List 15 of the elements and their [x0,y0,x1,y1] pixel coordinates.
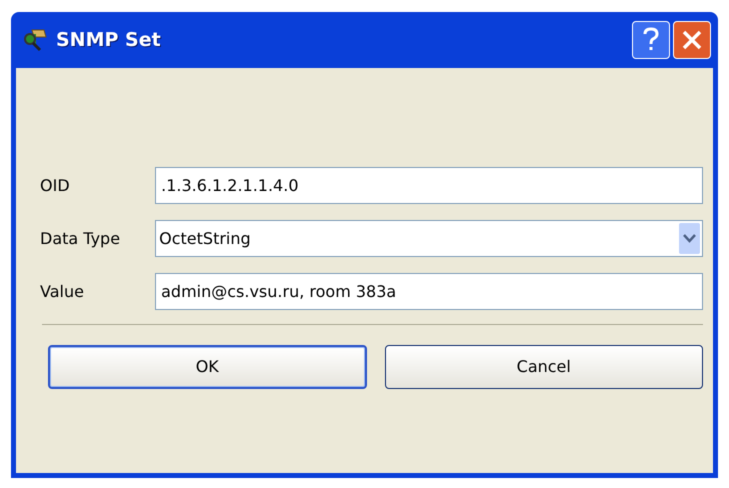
field-label: OID [40,174,71,196]
help-icon [642,27,660,53]
chevron-down-icon [679,223,700,254]
close-icon [681,29,703,51]
close-button[interactable] [673,21,711,59]
text-field[interactable]: admin@cs.vsu.ru, room 383a [155,273,703,310]
magnifier-box-icon [22,27,48,53]
field-label: Value [40,280,85,302]
text-field[interactable]: .1.3.6.1.2.1.1.4.0 [155,167,703,204]
help-button[interactable] [632,21,670,59]
data-type-dropdown[interactable]: OctetString [155,220,703,257]
dialog-button[interactable]: OK [48,345,366,389]
window-title: SNMP Set [56,28,161,53]
dialog-button[interactable]: Cancel [384,345,703,389]
field-label: Data Type [40,228,122,250]
